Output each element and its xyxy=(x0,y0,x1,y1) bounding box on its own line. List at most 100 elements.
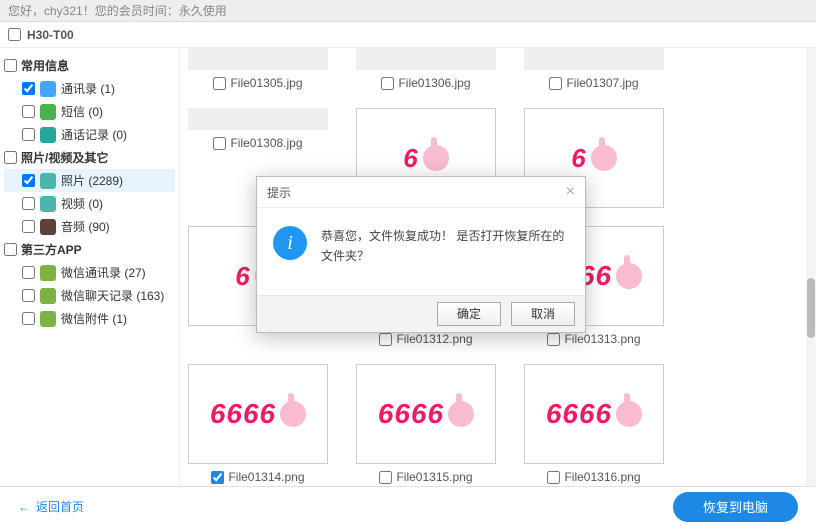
thumb-image xyxy=(524,48,664,70)
sidebar-group-header[interactable]: 第三方APP xyxy=(4,238,175,261)
thumb-caption: File01314.png xyxy=(188,470,328,484)
file-name: File01305.jpg xyxy=(230,76,302,90)
thumb-caption: File01307.jpg xyxy=(524,76,664,90)
ok-button[interactable]: 确定 xyxy=(437,302,501,326)
group-checkbox[interactable] xyxy=(4,243,17,256)
hand-icon xyxy=(280,401,306,427)
thumb-image: 6666 xyxy=(524,364,664,464)
sidebar-item[interactable]: 通讯录 (1) xyxy=(4,77,175,100)
item-icon xyxy=(40,196,56,212)
item-label: 照片 (2289) xyxy=(61,172,123,189)
device-row: H30-T00 xyxy=(0,22,816,48)
item-label: 短信 (0) xyxy=(61,103,103,120)
thumb-image xyxy=(356,48,496,70)
file-checkbox[interactable] xyxy=(549,77,562,90)
greeting-text: 您好，chy321！您的会员时间：永久使用 xyxy=(8,4,227,18)
item-icon xyxy=(40,311,56,327)
group-title: 照片/视频及其它 xyxy=(21,149,108,166)
item-checkbox[interactable] xyxy=(22,105,35,118)
item-icon xyxy=(40,219,56,235)
info-icon: i xyxy=(273,226,307,260)
item-label: 通话记录 (0) xyxy=(61,126,127,143)
thumb-image: 6666 xyxy=(188,364,328,464)
sidebar: 常用信息通讯录 (1) 短信 (0) 通话记录 (0) 照片/视频及其它照片 (228… xyxy=(0,48,180,486)
file-checkbox[interactable] xyxy=(381,77,394,90)
device-checkbox[interactable] xyxy=(8,28,21,41)
file-name: File01312.png xyxy=(396,332,472,346)
thumb-caption: File01315.png xyxy=(356,470,496,484)
file-thumb[interactable]: 6666File01315.png xyxy=(356,364,496,484)
item-checkbox[interactable] xyxy=(22,266,35,279)
image-6666: 6 xyxy=(571,143,616,174)
back-link[interactable]: ← 返回首页 xyxy=(18,498,84,515)
sidebar-item[interactable]: 微信通讯录 (27) xyxy=(4,261,175,284)
item-icon xyxy=(40,288,56,304)
item-icon xyxy=(40,81,56,97)
item-label: 视频 (0) xyxy=(61,195,103,212)
file-checkbox[interactable] xyxy=(379,471,392,484)
bottom-bar: ← 返回首页 恢复到电脑 xyxy=(0,486,816,526)
file-thumb[interactable]: 6666 File01316.png xyxy=(524,364,664,484)
item-checkbox[interactable] xyxy=(22,197,35,210)
item-checkbox[interactable] xyxy=(22,289,35,302)
thumb-caption: File01313.png xyxy=(524,332,664,346)
group-checkbox[interactable] xyxy=(4,151,17,164)
scrollbar[interactable] xyxy=(806,48,816,486)
sidebar-group-header[interactable]: 常用信息 xyxy=(4,54,175,77)
hand-icon xyxy=(423,145,449,171)
cancel-button[interactable]: 取消 xyxy=(511,302,575,326)
scroll-thumb[interactable] xyxy=(807,278,815,338)
device-name: H30-T00 xyxy=(27,28,74,42)
file-checkbox[interactable] xyxy=(547,471,560,484)
restore-button[interactable]: 恢复到电脑 xyxy=(673,492,798,522)
item-checkbox[interactable] xyxy=(22,220,35,233)
item-checkbox[interactable] xyxy=(22,128,35,141)
dialog-body: i 恭喜您，文件恢复成功！ 是否打开恢复所在的文件夹？ xyxy=(257,208,585,295)
hand-icon xyxy=(616,401,642,427)
thumb-placeholder xyxy=(356,48,496,70)
sidebar-group-header[interactable]: 照片/视频及其它 xyxy=(4,146,175,169)
thumb-caption: File01312.png xyxy=(356,332,496,346)
file-name: File01316.png xyxy=(564,470,640,484)
sidebar-item[interactable]: 短信 (0) xyxy=(4,100,175,123)
arrow-left-icon: ← xyxy=(18,500,30,514)
item-checkbox[interactable] xyxy=(22,174,35,187)
group-title: 第三方APP xyxy=(21,241,82,258)
sidebar-item[interactable]: 微信聊天记录 (163) xyxy=(4,284,175,307)
item-icon xyxy=(40,173,56,189)
thumb-caption: File01308.jpg xyxy=(188,136,328,150)
sidebar-item[interactable]: 微信附件 (1) xyxy=(4,307,175,330)
item-checkbox[interactable] xyxy=(22,82,35,95)
sidebar-item[interactable]: 音频 (90) xyxy=(4,215,175,238)
dialog-title: 提示 xyxy=(267,184,291,201)
group-checkbox[interactable] xyxy=(4,59,17,72)
dialog-footer: 确定 取消 xyxy=(257,295,585,332)
file-thumb[interactable]: File01306.jpg xyxy=(356,48,496,90)
file-name: File01313.png xyxy=(564,332,640,346)
file-checkbox[interactable] xyxy=(547,333,560,346)
file-checkbox[interactable] xyxy=(213,137,226,150)
file-thumb[interactable]: File01307.jpg xyxy=(524,48,664,90)
dialog: 提示 × i 恭喜您，文件恢复成功！ 是否打开恢复所在的文件夹？ 确定 取消 xyxy=(256,176,586,333)
file-name: File01314.png xyxy=(228,470,304,484)
sidebar-item[interactable]: 通话记录 (0) xyxy=(4,123,175,146)
item-label: 微信附件 (1) xyxy=(61,310,127,327)
sidebar-item[interactable]: 照片 (2289) xyxy=(4,169,175,192)
item-checkbox[interactable] xyxy=(22,312,35,325)
file-checkbox[interactable] xyxy=(213,77,226,90)
top-bar: 您好，chy321！您的会员时间：永久使用 xyxy=(0,0,816,22)
thumb-caption: File01316.png xyxy=(524,470,664,484)
hand-icon xyxy=(448,401,474,427)
image-6666: 6666 xyxy=(546,398,642,430)
close-icon[interactable]: × xyxy=(566,183,575,201)
sidebar-item[interactable]: 视频 (0) xyxy=(4,192,175,215)
file-thumb[interactable]: File01305.jpg xyxy=(188,48,328,90)
item-label: 通讯录 (1) xyxy=(61,80,115,97)
thumb-caption: File01305.jpg xyxy=(188,76,328,90)
file-thumb[interactable]: 6666 File01314.png xyxy=(188,364,328,484)
file-checkbox[interactable] xyxy=(211,471,224,484)
file-name: File01315.png xyxy=(396,470,472,484)
item-label: 音频 (90) xyxy=(61,218,110,235)
thumb-placeholder xyxy=(524,48,664,70)
file-checkbox[interactable] xyxy=(379,333,392,346)
